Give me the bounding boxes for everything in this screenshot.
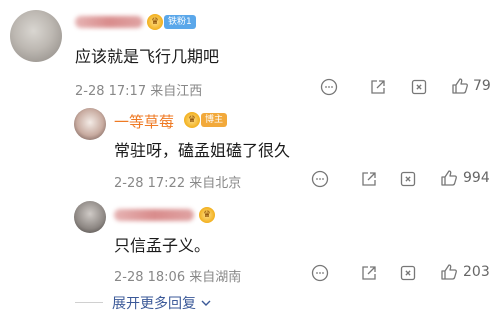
- comment-time: 2-28 17:17 来自江西: [75, 84, 203, 99]
- comment-icon[interactable]: [320, 78, 338, 96]
- like-count: 994: [463, 170, 490, 186]
- host-badge-icon: ♛: [184, 112, 200, 128]
- like-icon[interactable]: [440, 263, 458, 281]
- chevron-down-icon: [201, 300, 211, 306]
- share-icon[interactable]: [360, 264, 378, 282]
- reply-time: 2-28 18:06 来自湖南: [114, 270, 242, 285]
- reply-text: 常驻呀，磕孟姐磕了很久: [114, 141, 291, 160]
- like-icon[interactable]: [440, 169, 458, 187]
- reply-time: 2-28 17:22 来自北京: [114, 176, 242, 191]
- reply-text: 只信孟子义。: [114, 236, 211, 255]
- like-count: 79: [473, 78, 491, 94]
- expand-more-replies[interactable]: 展开更多回复: [112, 293, 213, 313]
- repost-icon[interactable]: [399, 170, 417, 188]
- expand-label: 展开更多回复: [112, 296, 196, 312]
- replier-avatar[interactable]: [74, 201, 106, 233]
- repost-icon[interactable]: [399, 264, 417, 282]
- comment-text: 应该就是飞行几期吧: [75, 47, 220, 66]
- share-icon[interactable]: [360, 170, 378, 188]
- like-count: 203: [463, 264, 490, 280]
- fan-tag: 铁粉1: [164, 15, 196, 29]
- commenter-avatar[interactable]: [10, 10, 62, 62]
- host-tag: 博主: [201, 113, 228, 127]
- divider: [75, 302, 103, 303]
- comment-icon[interactable]: [311, 170, 329, 188]
- fan-badge-icon: ♛: [199, 207, 215, 223]
- like-icon[interactable]: [451, 77, 469, 95]
- replier-name-blurred[interactable]: [114, 209, 194, 221]
- fan-badge-icon: ♛: [147, 14, 163, 30]
- host-avatar[interactable]: [74, 108, 106, 140]
- repost-icon[interactable]: [410, 78, 428, 96]
- share-icon[interactable]: [369, 78, 387, 96]
- commenter-name-blurred[interactable]: [75, 16, 143, 28]
- comment-icon[interactable]: [311, 264, 329, 282]
- host-name[interactable]: 一等草莓: [114, 111, 174, 132]
